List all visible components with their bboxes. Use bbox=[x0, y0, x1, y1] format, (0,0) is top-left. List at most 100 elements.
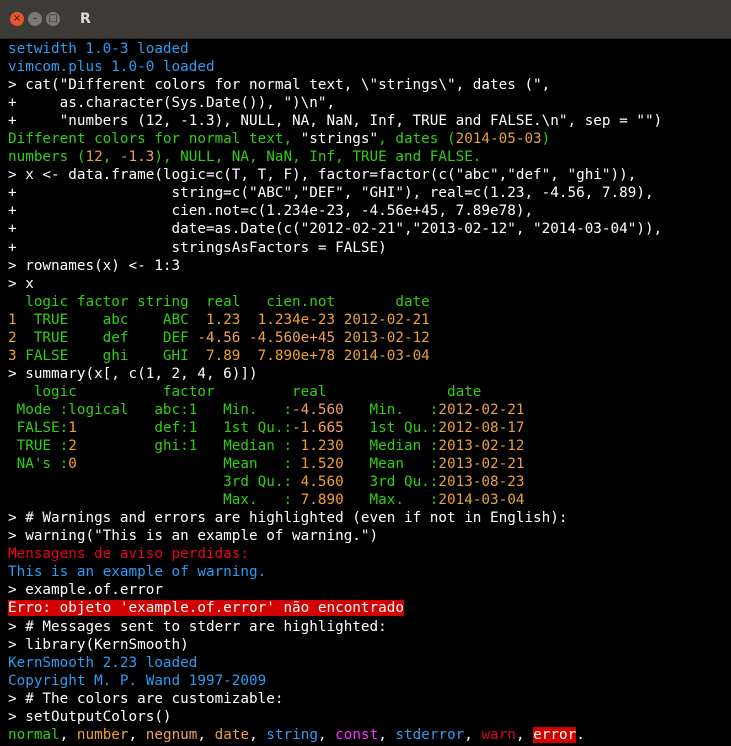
terminal-line: Erro: objeto 'example.of.error' não enco… bbox=[8, 599, 728, 617]
terminal-text-segment: + stringsAsFactors = FALSE) bbox=[8, 239, 387, 256]
terminal-text-segment: Copyright M. P. Wand 1997-2009 bbox=[8, 672, 267, 689]
terminal-text-segment: Max. : bbox=[8, 492, 301, 509]
terminal-text-segment: 1st Qu.: bbox=[343, 419, 439, 436]
terminal-text-segment: ) bbox=[541, 131, 551, 148]
terminal-line: This is an example of warning. bbox=[8, 563, 728, 581]
terminal-text-segment: + cien.not=c(1.234e-23, -4.56e+45, 7.89e… bbox=[8, 203, 534, 220]
terminal-text-segment: FALSE ghi GHI bbox=[16, 347, 206, 364]
terminal-text-segment: vimcom.plus 1.0-0 loaded bbox=[8, 59, 215, 76]
terminal-line: Max. : 7.890 Max. :2014-03-04 bbox=[8, 491, 728, 509]
terminal-text-segment: -4.560e+45 bbox=[249, 329, 336, 346]
terminal-text-segment: 2014-03-04 bbox=[343, 347, 430, 364]
terminal-text-segment: 2 bbox=[68, 438, 77, 455]
terminal-text-segment: + as.character(Sys.Date()), ")\n", bbox=[8, 95, 336, 112]
terminal-line: TRUE :2 ghi:1 Median : 1.230 Median :201… bbox=[8, 437, 728, 455]
terminal-text-segment: 7.890 bbox=[300, 492, 344, 509]
terminal-text-segment: 2013-02-12 bbox=[438, 438, 525, 455]
terminal-line: FALSE:1 def:1 1st Qu.:-1.665 1st Qu.:201… bbox=[8, 419, 728, 437]
terminal-line: > library(KernSmooth) bbox=[8, 636, 728, 654]
terminal-text-segment: 1 bbox=[68, 419, 77, 436]
terminal-text-segment: 2012-02-21 bbox=[438, 401, 525, 418]
terminal-text-segment: Mean : bbox=[343, 456, 439, 473]
terminal-text-segment: numbers ( bbox=[8, 149, 86, 166]
terminal-text-segment: ghi:1 Median : bbox=[76, 438, 301, 455]
terminal-text-segment: + date=as.Date(c("2012-02-21","2013-02-1… bbox=[8, 221, 663, 238]
terminal-text-segment: FALSE: bbox=[8, 419, 69, 436]
terminal-text-segment: Mode :logical abc:1 Min. : bbox=[8, 401, 293, 418]
terminal-text-segment: 1.520 bbox=[300, 456, 344, 473]
window-title: R bbox=[80, 11, 91, 27]
window-titlebar: × – □ R bbox=[0, 0, 731, 39]
terminal-line: 3rd Qu.: 4.560 3rd Qu.:2013-08-23 bbox=[8, 473, 728, 491]
terminal-line: > # Messages sent to stderr are highligh… bbox=[8, 618, 728, 636]
terminal-text-segment: , bbox=[515, 726, 534, 743]
terminal-text-segment: string bbox=[266, 726, 318, 743]
terminal-text-segment: TRUE : bbox=[8, 438, 69, 455]
terminal-text-segment: , bbox=[197, 726, 215, 743]
terminal-line: + date=as.Date(c("2012-02-21","2013-02-1… bbox=[8, 220, 728, 238]
terminal-text-segment: 2013-02-21 bbox=[438, 456, 525, 473]
terminal-line: Mensagens de aviso perdidas: bbox=[8, 545, 728, 563]
terminal-line: > rownames(x) <- 1:3 bbox=[8, 257, 728, 275]
terminal-text-segment: 2012-02-21 bbox=[343, 311, 430, 328]
terminal-text-segment: + string=c("ABC","DEF", "GHI"), real=c(1… bbox=[8, 185, 654, 202]
terminal-line: > setOutputColors() bbox=[8, 708, 728, 726]
minimize-window-button[interactable]: – bbox=[28, 12, 42, 26]
terminal-text-segment: , bbox=[59, 726, 77, 743]
terminal-text-segment: > library(KernSmooth) bbox=[8, 636, 189, 653]
terminal-text-segment: normal bbox=[8, 726, 60, 743]
terminal-text-segment: TRUE def DEF bbox=[16, 329, 198, 346]
terminal-line: NA's :0 Mean : 1.520 Mean :2013-02-21 bbox=[8, 455, 728, 473]
terminal-text-segment: -4.560 bbox=[292, 401, 344, 418]
terminal-text-segment: This is an example of warning. bbox=[8, 564, 267, 581]
terminal-text-segment: > # Warnings and errors are highlighted … bbox=[8, 510, 568, 527]
terminal-line: + as.character(Sys.Date()), ")\n", bbox=[8, 94, 728, 112]
terminal-text-segment: 0 bbox=[68, 456, 77, 473]
terminal-text-segment: stderror bbox=[395, 726, 465, 743]
terminal-line: logic factor real date bbox=[8, 383, 728, 401]
close-window-button[interactable]: × bbox=[10, 12, 24, 26]
terminal-line: normal, number, negnum, date, string, co… bbox=[8, 726, 728, 744]
terminal-text-segment: logic factor real date bbox=[8, 383, 482, 400]
terminal-text-segment: > x bbox=[8, 275, 34, 292]
terminal-text-segment: > cat("Different colors for normal text,… bbox=[8, 77, 551, 94]
terminal-text-segment: 1 bbox=[8, 311, 17, 328]
terminal-text-segment: Min. : bbox=[343, 401, 439, 418]
terminal-text-segment: setwidth 1.0-3 loaded bbox=[8, 41, 189, 57]
terminal-text-segment: ), NULL, NA, NaN, Inf, TRUE and FALSE. bbox=[154, 149, 482, 166]
terminal-text-segment: , bbox=[249, 726, 267, 743]
terminal-text-segment: 3rd Qu.: bbox=[343, 474, 439, 491]
terminal-line: > example.of.error bbox=[8, 581, 728, 599]
terminal-text-segment: > summary(x[, c(1, 2, 4, 6)]) bbox=[8, 365, 258, 382]
terminal-text-segment: 7.89 bbox=[205, 347, 241, 364]
terminal-text-segment: TRUE abc ABC bbox=[16, 311, 206, 328]
terminal-text-segment: logic factor string real cien.not date bbox=[8, 293, 430, 310]
terminal-text-segment: Erro: objeto 'example.of.error' não enco… bbox=[8, 600, 404, 617]
terminal-text-segment: 1.230 bbox=[300, 438, 344, 455]
terminal-line: 2 TRUE def DEF -4.56 -4.560e+45 2013-02-… bbox=[8, 329, 728, 347]
terminal-line: logic factor string real cien.not date bbox=[8, 293, 728, 311]
maximize-window-button[interactable]: □ bbox=[46, 12, 60, 26]
terminal-text-segment: , bbox=[317, 726, 336, 743]
terminal-text-segment: > rownames(x) <- 1:3 bbox=[8, 257, 181, 274]
terminal-text-segment: 7.890e+78 bbox=[257, 347, 336, 364]
terminal-line: numbers (12, -1.3), NULL, NA, NaN, Inf, … bbox=[8, 148, 728, 166]
terminal-text-segment: 2 bbox=[8, 329, 17, 346]
terminal-line: > summary(x[, c(1, 2, 4, 6)]) bbox=[8, 365, 728, 383]
terminal-text-segment: > setOutputColors() bbox=[8, 708, 172, 725]
terminal-text-segment: 2012-08-17 bbox=[438, 419, 525, 436]
terminal-line: 3 FALSE ghi GHI 7.89 7.890e+78 2014-03-0… bbox=[8, 347, 728, 365]
terminal-text-segment: -1.665 bbox=[292, 419, 344, 436]
terminal-text-segment: + "numbers (12, -1.3), NULL, NA, NaN, In… bbox=[8, 113, 663, 130]
terminal-text-segment: Mensagens de aviso perdidas: bbox=[8, 546, 250, 563]
terminal-text-segment: > x <- data.frame(logic=c(T, T, F), fact… bbox=[8, 167, 637, 184]
terminal-output[interactable]: setwidth 1.0-3 loaded vimcom.plus 1.0-0 l… bbox=[8, 40, 728, 744]
terminal-text-segment: > warning("This is an example of warning… bbox=[8, 528, 379, 545]
terminal-text-segment: date bbox=[214, 726, 250, 743]
terminal-text-segment: > # Messages sent to stderr are highligh… bbox=[8, 618, 387, 635]
